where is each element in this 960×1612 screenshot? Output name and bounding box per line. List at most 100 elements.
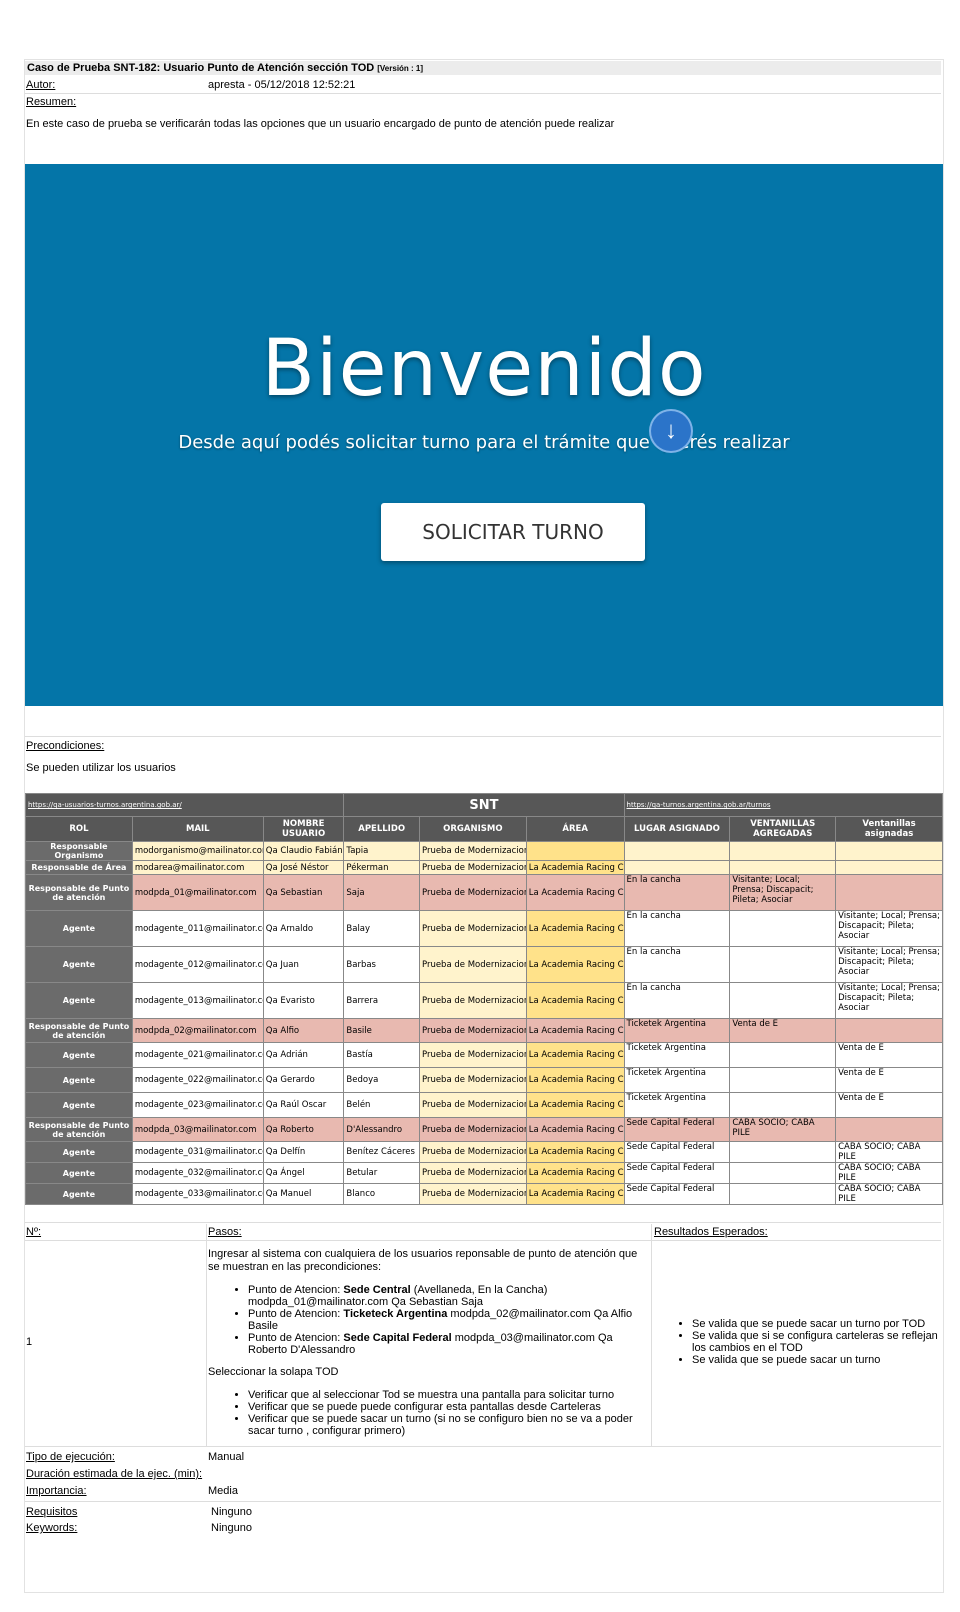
role-cell: Agente bbox=[25, 1067, 133, 1093]
organismo-cell: Prueba de Modernizacion bbox=[418, 910, 527, 947]
autor-label: Autor: bbox=[26, 79, 56, 91]
role-cell: Responsable Organismo bbox=[25, 841, 133, 861]
ventanillas-agregadas-cell bbox=[729, 841, 837, 861]
username-cell: Qa Delfín bbox=[262, 1141, 345, 1163]
area-cell: La Academia Racing Club bbox=[525, 860, 625, 875]
table-row: Responsable Organismo modorganismo@mailin… bbox=[25, 841, 943, 861]
solicitar-turno-button[interactable]: SOLICITAR TURNO bbox=[381, 503, 645, 561]
table-link-turnos[interactable]: https://qa-turnos.argentina.gob.ar/turno… bbox=[623, 793, 944, 817]
column-header: Ventanillas asignadas bbox=[835, 816, 943, 842]
download-cursor-icon: ↓ bbox=[651, 411, 691, 451]
welcome-title: Bienvenido bbox=[261, 324, 707, 414]
area-cell: La Academia Racing Club bbox=[525, 1162, 625, 1184]
ventanillas-agregadas-cell bbox=[729, 1183, 837, 1205]
organismo-cell: Prueba de Modernizacion bbox=[418, 982, 527, 1019]
lugar-cell: Sede Capital Federal bbox=[623, 1141, 731, 1163]
username-cell: Qa Evaristo bbox=[262, 982, 345, 1019]
area-cell: La Academia Racing Club bbox=[525, 1092, 625, 1118]
table-row: Agente modagente_031@mailinator.com Qa Del… bbox=[25, 1141, 943, 1163]
surname-cell: Pékerman bbox=[343, 860, 420, 875]
role-cell: Agente bbox=[25, 1092, 133, 1118]
username-cell: Qa Juan bbox=[262, 946, 345, 983]
lugar-cell: Sede Capital Federal bbox=[623, 1117, 731, 1142]
table-row: Agente modagente_023@mailinator.com Qa Raú… bbox=[25, 1092, 943, 1118]
ventanillas-asignadas-cell bbox=[835, 1018, 943, 1043]
keywords-label: Keywords: bbox=[26, 1522, 78, 1534]
role-cell: Responsable de Área bbox=[25, 860, 133, 875]
organismo-cell: Prueba de Modernizacion bbox=[418, 1018, 527, 1043]
organismo-cell: Prueba de Modernizacion bbox=[418, 946, 527, 983]
username-cell: Qa Arnaldo bbox=[262, 910, 345, 947]
area-cell: La Academia Racing Club bbox=[525, 982, 625, 1019]
role-cell: Responsable de Punto de atención bbox=[25, 1018, 133, 1043]
ventanillas-asignadas-cell: CABA SOCIO; CABA PILE bbox=[835, 1141, 943, 1163]
area-cell: La Academia Racing Club bbox=[525, 1042, 625, 1068]
username-cell: Qa Sebastian bbox=[262, 874, 345, 911]
table-header-row: ROL MAIL NOMBRE USUARIO APELLIDO ORGANIS… bbox=[25, 816, 943, 842]
ventanillas-asignadas-cell bbox=[835, 874, 943, 911]
point-2: Punto de Atencion: Ticketeck Argentina m… bbox=[248, 1308, 644, 1332]
surname-cell: Barrera bbox=[343, 982, 420, 1019]
result-1: Se valida que se puede sacar un turno po… bbox=[692, 1318, 942, 1330]
verify-list: Verificar que al seleccionar Tod se mues… bbox=[208, 1389, 644, 1437]
username-cell: Qa Claudio Fabián bbox=[262, 841, 345, 861]
ventanillas-agregadas-cell bbox=[729, 910, 837, 947]
username-cell: Qa Roberto bbox=[262, 1117, 345, 1142]
area-cell: La Academia Racing Club bbox=[525, 946, 625, 983]
organismo-cell: Prueba de Modernizacion bbox=[418, 1092, 527, 1118]
verify-1: Verificar que al seleccionar Tod se mues… bbox=[248, 1389, 644, 1401]
verify-3: Verificar que se puede sacar un turno (s… bbox=[248, 1413, 644, 1437]
username-cell: Qa Gerardo bbox=[262, 1067, 345, 1093]
username-cell: Qa José Néstor bbox=[262, 860, 345, 875]
requisitos-label: Requisitos bbox=[26, 1506, 78, 1518]
results-header: Resultados Esperados: bbox=[654, 1226, 768, 1238]
ventanillas-asignadas-cell: CABA SOCIO; CABA PILE bbox=[835, 1183, 943, 1205]
table-row: Agente modagente_022@mailinator.com Qa Ger… bbox=[25, 1067, 943, 1093]
ventanillas-asignadas-cell: Visitante; Local; Prensa; Discapacit; Pi… bbox=[835, 946, 943, 983]
ventanillas-agregadas-cell bbox=[729, 1141, 837, 1163]
mail-cell: modarea@mailinator.com bbox=[131, 860, 264, 875]
ventanillas-agregadas-cell bbox=[729, 946, 837, 983]
step-intro: Ingresar al sistema con cualquiera de lo… bbox=[208, 1248, 638, 1273]
result-3: Se valida que se puede sacar un turno bbox=[692, 1354, 942, 1366]
lugar-cell: Sede Capital Federal bbox=[623, 1183, 731, 1205]
lugar-cell: En la cancha bbox=[623, 946, 731, 983]
mail-cell: modagente_032@mailinator.com bbox=[131, 1162, 264, 1184]
table-link-usuarios[interactable]: https://qa-usuarios-turnos.argentina.gob… bbox=[24, 793, 345, 817]
tipo-value: Manual bbox=[208, 1451, 245, 1463]
precondiciones-label: Precondiciones: bbox=[26, 740, 105, 752]
surname-cell: Saja bbox=[343, 874, 420, 911]
ventanillas-agregadas-cell bbox=[729, 1092, 837, 1118]
surname-cell: Basile bbox=[343, 1018, 420, 1043]
role-cell: Agente bbox=[25, 910, 133, 947]
lugar-cell: En la cancha bbox=[623, 874, 731, 911]
role-cell: Agente bbox=[25, 946, 133, 983]
role-cell: Agente bbox=[25, 1162, 133, 1184]
column-header: ROL bbox=[25, 816, 133, 842]
mail-cell: modorganismo@mailinator.com bbox=[131, 841, 264, 861]
ventanillas-asignadas-cell: Venta de E bbox=[835, 1042, 943, 1068]
mail-cell: modagente_021@mailinator.com bbox=[131, 1042, 264, 1068]
steps-header: Pasos: bbox=[208, 1226, 242, 1238]
column-header: NOMBRE USUARIO bbox=[262, 816, 345, 842]
organismo-cell: Prueba de Modernizacion bbox=[418, 860, 527, 875]
test-case-header: Caso de Prueba SNT-182: Usuario Punto de… bbox=[25, 61, 941, 75]
organismo-cell: Prueba de Modernizacion bbox=[418, 1042, 527, 1068]
ventanillas-asignadas-cell bbox=[835, 1117, 943, 1142]
table-row: Agente modagente_011@mailinator.com Qa Arn… bbox=[25, 910, 943, 947]
results-content: Se valida que se puede sacar un turno po… bbox=[654, 1318, 942, 1366]
welcome-subtitle: Desde aquí podés solicitar turno para el… bbox=[178, 432, 790, 453]
table-snt-title: SNT bbox=[343, 793, 625, 817]
duracion-label: Duración estimada de la ejec. (min): bbox=[26, 1468, 203, 1480]
results-list: Se valida que se puede sacar un turno po… bbox=[654, 1318, 942, 1366]
table-row: Responsable de Punto de atención modpda_0… bbox=[25, 1117, 943, 1142]
organismo-cell: Prueba de Modernizacion bbox=[418, 1183, 527, 1205]
ventanillas-agregadas-cell bbox=[729, 982, 837, 1019]
organismo-cell: Prueba de Modernizacion bbox=[418, 1117, 527, 1142]
autor-value: apresta - 05/12/2018 12:52:21 bbox=[208, 79, 356, 91]
surname-cell: Bastía bbox=[343, 1042, 420, 1068]
column-header: VENTANILLAS AGREGADAS bbox=[729, 816, 837, 842]
role-cell: Agente bbox=[25, 1042, 133, 1068]
lugar-cell: Ticketek Argentina bbox=[623, 1018, 731, 1043]
lugar-cell: Ticketek Argentina bbox=[623, 1092, 731, 1118]
